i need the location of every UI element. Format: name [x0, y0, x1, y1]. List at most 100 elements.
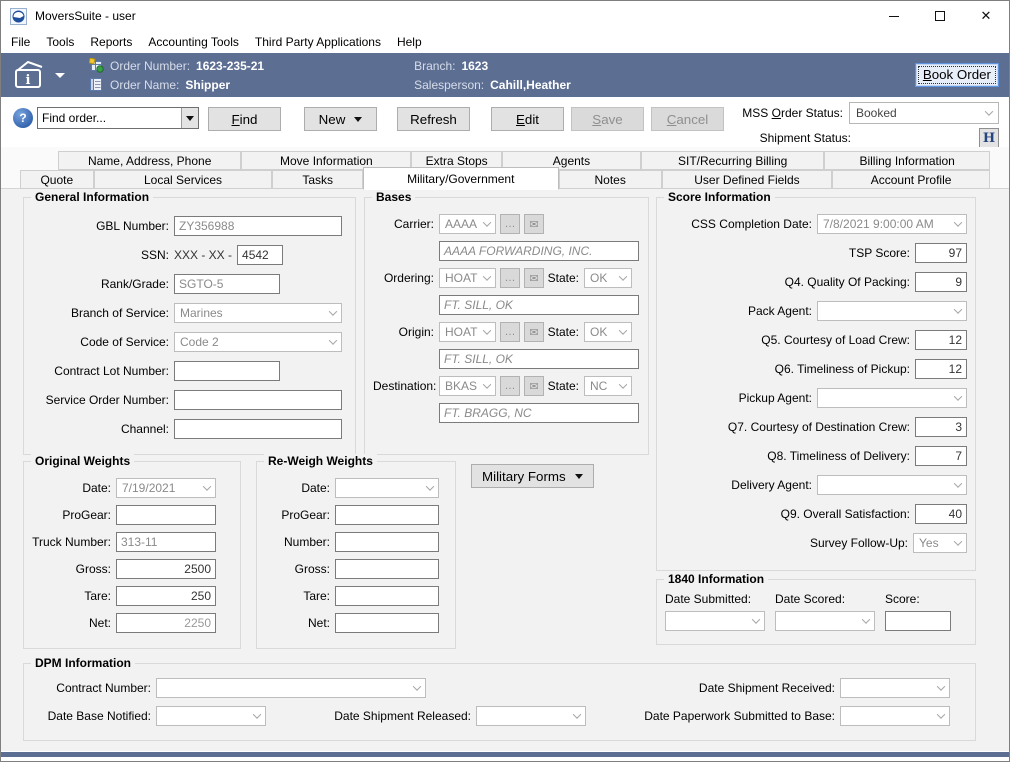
destination-state-combo[interactable]: NC [584, 376, 632, 396]
shipment-history-button[interactable]: H [979, 128, 999, 148]
menu-file[interactable]: File [3, 33, 38, 51]
q6-timeliness-of-pickup-field[interactable]: 12 [915, 359, 967, 379]
q7-courtesy-of-destination-crew-field[interactable]: 3 [915, 417, 967, 437]
date-paperwork-submitted-combo[interactable] [840, 706, 950, 726]
tab-tasks[interactable]: Tasks [272, 170, 362, 189]
save-button[interactable]: Save [571, 107, 644, 131]
original-progear-field[interactable] [116, 505, 216, 525]
survey-follow-up-combo[interactable]: Yes [913, 533, 967, 553]
original-tare-field[interactable]: 250 [116, 586, 216, 606]
reweigh-net-field[interactable] [335, 613, 439, 633]
date-shipment-released-label: Date Shipment Released: [306, 709, 476, 723]
help-icon[interactable]: ? [13, 108, 33, 128]
find-order-dropdown-button[interactable] [181, 108, 198, 128]
q8-timeliness-of-delivery-field[interactable]: 7 [915, 446, 967, 466]
mss-order-status-label: MSS Order Status: [742, 106, 843, 120]
tab-quote[interactable]: Quote [20, 170, 94, 189]
truck-number-field[interactable]: 313-11 [116, 532, 216, 552]
score-1840-field[interactable] [885, 611, 951, 631]
destination-base-name-field[interactable]: FT. BRAGG, NC [439, 403, 639, 423]
edit-button[interactable]: Edit [491, 107, 564, 131]
branch-of-service-combo[interactable]: Marines [174, 303, 342, 323]
q9-overall-satisfaction-field[interactable]: 40 [915, 504, 967, 524]
tab-notes[interactable]: Notes [559, 170, 662, 189]
tab-account-profile[interactable]: Account Profile [832, 170, 990, 189]
pickup-agent-combo[interactable] [817, 388, 967, 408]
tab-billing-information[interactable]: Billing Information [824, 151, 990, 170]
date-shipment-received-combo[interactable] [840, 678, 950, 698]
service-order-number-field[interactable] [174, 390, 342, 410]
reweigh-gross-field[interactable] [335, 559, 439, 579]
maximize-icon [935, 11, 945, 21]
gbl-number-label: GBL Number: [24, 219, 174, 233]
menu-help[interactable]: Help [389, 33, 430, 51]
new-button[interactable]: New [304, 107, 377, 131]
css-completion-date-combo[interactable]: 7/8/2021 9:00:00 AM [817, 214, 967, 234]
find-button[interactable]: Find [208, 107, 281, 131]
tab-sit-recurring-billing[interactable]: SIT/Recurring Billing [641, 151, 824, 170]
reweigh-date-combo[interactable] [335, 478, 439, 498]
date-shipment-released-combo[interactable] [476, 706, 586, 726]
pack-agent-combo[interactable] [817, 301, 967, 321]
menu-third-party-applications[interactable]: Third Party Applications [247, 33, 389, 51]
find-order-combo[interactable]: Find order... [37, 107, 199, 129]
ordering-lookup-button[interactable]: … [500, 268, 520, 288]
channel-field[interactable] [174, 419, 342, 439]
carrier-name-field[interactable]: AAAA FORWARDING, INC. [439, 241, 639, 261]
date-scored-combo[interactable] [775, 611, 875, 631]
original-date-combo[interactable]: 7/19/2021 [116, 478, 216, 498]
q5-courtesy-of-load-crew-field[interactable]: 12 [915, 330, 967, 350]
origin-base-combo[interactable]: HOAT [439, 322, 496, 342]
ordering-base-name-field[interactable]: FT. SILL, OK [439, 295, 639, 315]
ordering-base-combo[interactable]: HOAT [439, 268, 496, 288]
origin-base-name-field[interactable]: FT. SILL, OK [439, 349, 639, 369]
military-forms-button[interactable]: Military Forms [471, 464, 594, 488]
gbl-number-field[interactable]: ZY356988 [174, 216, 342, 236]
rank-grade-field[interactable]: SGTO-5 [174, 274, 280, 294]
tab-military-government[interactable]: Military/Government [363, 167, 559, 190]
menu-accounting-tools[interactable]: Accounting Tools [140, 33, 247, 51]
tab-name-address-phone[interactable]: Name, Address, Phone [58, 151, 241, 170]
delivery-agent-combo[interactable] [817, 475, 967, 495]
menu-tools[interactable]: Tools [38, 33, 82, 51]
tsp-score-field[interactable]: 97 [915, 243, 967, 263]
reweigh-tare-field[interactable] [335, 586, 439, 606]
tab-local-services[interactable]: Local Services [94, 170, 273, 189]
origin-lookup-button[interactable]: … [500, 322, 520, 342]
reweigh-number-field[interactable] [335, 532, 439, 552]
home-menu-button[interactable]: i [13, 61, 65, 89]
app-window: MoversSuite - user ✕ File Tools Reports … [0, 0, 1010, 762]
ordering-state-combo[interactable]: OK [584, 268, 632, 288]
ordering-email-button[interactable]: ✉ [524, 268, 544, 288]
mss-order-status-combo[interactable]: Booked [849, 102, 999, 124]
menu-reports[interactable]: Reports [82, 33, 140, 51]
destination-email-button[interactable]: ✉ [524, 376, 544, 396]
contract-lot-number-label: Contract Lot Number: [24, 364, 174, 378]
ssn-last4-field[interactable]: 4542 [237, 245, 283, 265]
reweigh-progear-field[interactable] [335, 505, 439, 525]
carrier-lookup-button[interactable]: … [500, 214, 520, 234]
book-order-button[interactable]: Book Order [915, 63, 999, 87]
origin-state-combo[interactable]: OK [584, 322, 632, 342]
original-gross-field[interactable]: 2500 [116, 559, 216, 579]
carrier-email-button[interactable]: ✉ [524, 214, 544, 234]
date-base-notified-combo[interactable] [156, 706, 266, 726]
cancel-button[interactable]: Cancel [651, 107, 724, 131]
contract-number-combo[interactable] [156, 678, 426, 698]
contract-lot-number-field[interactable] [174, 361, 280, 381]
q8-timeliness-of-delivery-label: Q8. Timeliness of Delivery: [661, 449, 915, 463]
maximize-button[interactable] [917, 1, 963, 31]
original-weights-title: Original Weights [31, 454, 134, 468]
carrier-code-combo[interactable]: AAAA [439, 214, 496, 234]
tab-user-defined-fields[interactable]: User Defined Fields [662, 170, 832, 189]
destination-lookup-button[interactable]: … [500, 376, 520, 396]
minimize-button[interactable] [871, 1, 917, 31]
original-net-field[interactable]: 2250 [116, 613, 216, 633]
destination-base-combo[interactable]: BKAS [439, 376, 496, 396]
code-of-service-combo[interactable]: Code 2 [174, 332, 342, 352]
q4-quality-of-packing-field[interactable]: 9 [915, 272, 967, 292]
refresh-button[interactable]: Refresh [397, 107, 470, 131]
origin-email-button[interactable]: ✉ [524, 322, 544, 342]
date-submitted-combo[interactable] [665, 611, 765, 631]
close-button[interactable]: ✕ [963, 1, 1009, 31]
